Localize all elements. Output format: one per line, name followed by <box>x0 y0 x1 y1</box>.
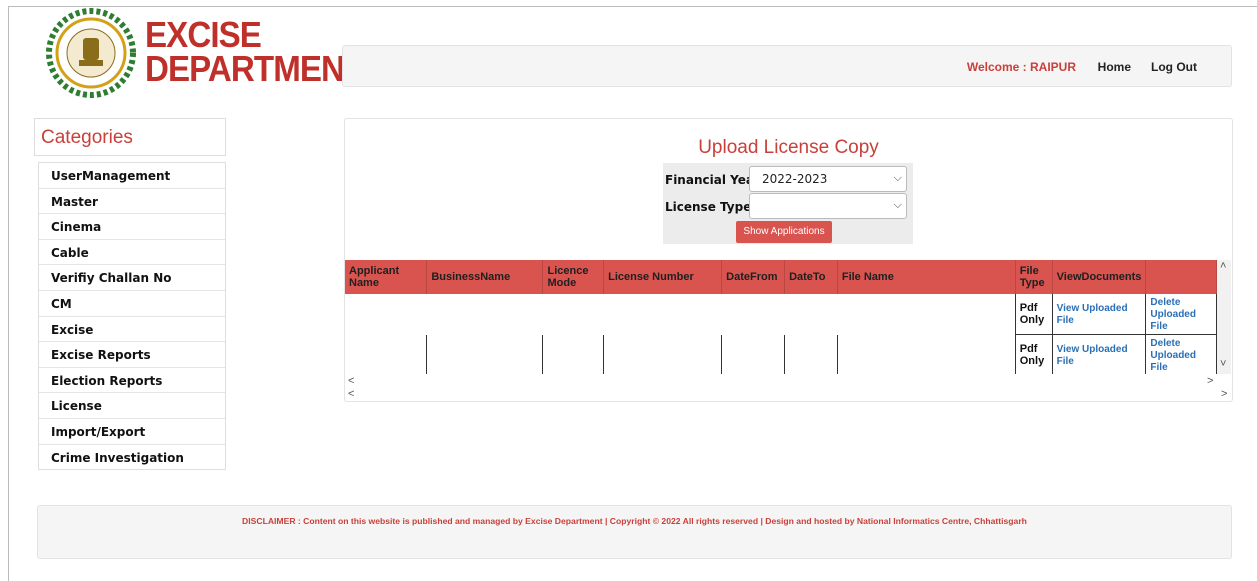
applications-table-container: Applicant Name BusinessName Licence Mode… <box>345 260 1217 374</box>
file-type-cell: Pdf Only <box>1014 294 1053 335</box>
filter-form: Financial Year : 2022-2023 ⌵ License Typ… <box>663 163 913 244</box>
col-date-to: DateTo <box>784 260 838 294</box>
table-row: Pdf Only View Uploaded File Delete Uploa… <box>345 294 1217 335</box>
chevron-down-icon: ⌵ <box>893 171 902 184</box>
sidebar-item-excise[interactable]: Excise <box>39 315 225 342</box>
sidebar-item-cable[interactable]: Cable <box>39 238 225 265</box>
delete-uploaded-file-link[interactable]: Delete Uploaded File <box>1150 338 1196 373</box>
sidebar-item-license[interactable]: License <box>39 392 225 418</box>
view-uploaded-file-link[interactable]: View Uploaded File <box>1057 344 1128 367</box>
welcome-text: Welcome : RAIPUR <box>966 60 1076 74</box>
view-uploaded-file-link[interactable]: View Uploaded File <box>1057 303 1128 326</box>
table-cell-blank <box>542 334 605 374</box>
logout-link[interactable]: Log Out <box>1151 60 1197 74</box>
sidebar-item-cm[interactable]: CM <box>39 289 225 316</box>
sidebar-item-verify-challan[interactable]: Verifiy Challan No <box>39 264 225 290</box>
col-delete <box>1145 260 1217 294</box>
logo-text-department: DEPARTMENT <box>145 48 364 89</box>
sidebar-item-master[interactable]: Master <box>39 187 225 214</box>
delete-uploaded-file-link[interactable]: Delete Uploaded File <box>1150 297 1196 332</box>
show-applications-button[interactable]: Show Applications <box>736 221 832 243</box>
table-header-row: Applicant Name BusinessName Licence Mode… <box>345 260 1217 294</box>
financial-year-select[interactable]: 2022-2023 ⌵ <box>749 166 907 192</box>
col-view-documents: ViewDocuments <box>1052 260 1147 294</box>
applications-table: Applicant Name BusinessName Licence Mode… <box>345 260 1217 374</box>
col-date-from: DateFrom <box>721 260 786 294</box>
scroll-left-icon[interactable]: < <box>348 375 354 387</box>
table-cell-blank <box>345 334 428 374</box>
sidebar-item-usermanagement[interactable]: UserManagement <box>39 163 225 188</box>
chevron-down-icon: ⌵ <box>893 198 902 211</box>
license-type-label: License Type : <box>665 200 761 214</box>
categories-title: Categories <box>41 127 133 148</box>
table-row: Pdf Only View Uploaded File Delete Uploa… <box>345 334 1217 374</box>
scroll-right-icon[interactable]: > <box>1221 388 1227 400</box>
col-applicant-name: Applicant Name <box>345 260 428 294</box>
table-vertical-scrollbar[interactable]: ˄ ˅ <box>1217 260 1231 374</box>
scroll-up-icon[interactable]: ˄ <box>1220 260 1226 272</box>
panel-horizontal-scrollbar[interactable]: < > <box>345 388 1231 401</box>
categories-header: Categories <box>34 118 226 156</box>
scroll-left-icon[interactable]: < <box>348 388 354 400</box>
view-cell: View Uploaded File <box>1052 334 1147 374</box>
table-cell-blank <box>426 334 544 374</box>
view-cell: View Uploaded File <box>1052 294 1147 335</box>
delete-cell: Delete Uploaded File <box>1145 294 1217 335</box>
table-cell-blank <box>784 334 838 374</box>
col-file-name: File Name <box>837 260 1016 294</box>
sidebar-item-import-export[interactable]: Import/Export <box>39 417 225 444</box>
home-link[interactable]: Home <box>1098 60 1131 74</box>
top-nav-bar: Welcome : RAIPUR Home Log Out <box>342 45 1232 87</box>
file-type-cell: Pdf Only <box>1015 334 1053 374</box>
col-licence-mode: Licence Mode <box>542 260 605 294</box>
col-file-type: File Type <box>1015 260 1053 294</box>
table-cell-blank <box>603 334 723 374</box>
disclaimer-text: DISCLAIMER : Content on this website is … <box>242 516 1027 526</box>
page-title: Upload License Copy <box>698 137 879 158</box>
footer: DISCLAIMER : Content on this website is … <box>37 505 1232 559</box>
table-horizontal-scrollbar[interactable]: < > <box>345 375 1231 389</box>
sidebar-item-crime-investigation[interactable]: Crime Investigation <box>39 443 225 470</box>
table-cell-blank <box>721 334 786 374</box>
state-emblem-icon <box>46 8 136 98</box>
sidebar-item-cinema[interactable]: Cinema <box>39 213 225 239</box>
scroll-down-icon[interactable]: ˅ <box>1220 358 1226 370</box>
sidebar-item-election-reports[interactable]: Election Reports <box>39 366 225 393</box>
col-license-number: License Number <box>603 260 723 294</box>
financial-year-value: 2022-2023 <box>762 172 828 186</box>
upload-license-panel: Upload License Copy Financial Year : 202… <box>344 118 1233 402</box>
table-cell-blank <box>837 334 1016 374</box>
sidebar-menu: UserManagement Master Cinema Cable Verif… <box>38 162 226 471</box>
table-cell-blank <box>345 294 1015 335</box>
excise-department-logo: EXCISE DEPARTMENT <box>45 8 364 98</box>
delete-cell: Delete Uploaded File <box>1145 334 1217 374</box>
col-business-name: BusinessName <box>426 260 544 294</box>
license-type-select[interactable]: ⌵ <box>749 193 907 219</box>
sidebar-item-excise-reports[interactable]: Excise Reports <box>39 341 225 367</box>
scroll-right-icon[interactable]: > <box>1207 375 1213 387</box>
